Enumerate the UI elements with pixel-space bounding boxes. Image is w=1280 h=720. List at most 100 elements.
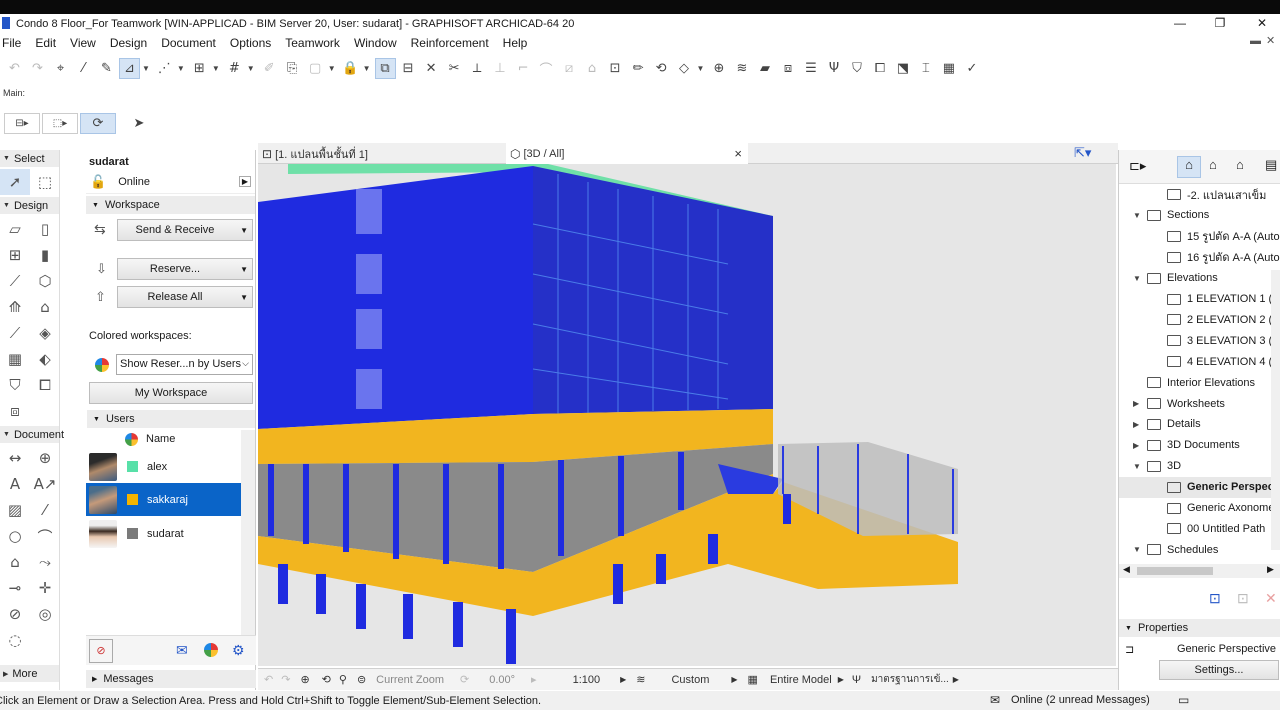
chevron-down-icon[interactable]: ▼ bbox=[177, 64, 185, 73]
send-receive-button[interactable]: Send & Receive ▼ bbox=[117, 219, 253, 241]
tab-floor-plan[interactable]: ⊡ [1. แปลนพื้นชั้นที่ 1] bbox=[262, 143, 508, 164]
explode-icon[interactable]: ⌂ bbox=[582, 58, 603, 79]
fit-zoom-icon[interactable]: ⊜ bbox=[357, 673, 366, 686]
pen-set[interactable]: มาตรฐานการเข้... bbox=[871, 672, 949, 687]
menu-options[interactable]: Options bbox=[230, 36, 271, 50]
release-all-button[interactable]: Release All ▼ bbox=[117, 286, 253, 308]
navigator-menu-icon[interactable]: ⊏▸ bbox=[1129, 158, 1146, 174]
toolbox-more-header[interactable]: ▶ More bbox=[0, 665, 59, 682]
slab-tool-icon[interactable]: ⬡ bbox=[30, 268, 60, 294]
navigator-item[interactable]: Interior Elevations bbox=[1119, 372, 1280, 393]
3d-viewport[interactable] bbox=[258, 164, 1116, 666]
pencil-icon[interactable]: ✐ bbox=[259, 58, 280, 79]
group-icon[interactable]: ▢ bbox=[305, 58, 326, 79]
transform-icon[interactable]: ⊡ bbox=[605, 58, 626, 79]
stair-icon[interactable]: ☰ bbox=[800, 58, 821, 79]
object-tool-icon[interactable]: ⛉ bbox=[0, 372, 30, 398]
suspend-groups-icon[interactable]: ⎘ bbox=[282, 58, 303, 79]
menu-window[interactable]: Window bbox=[354, 36, 397, 50]
chevron-down-icon[interactable]: ▼ bbox=[1133, 274, 1141, 283]
navigator-hscrollbar[interactable]: ◀ ▶ bbox=[1119, 564, 1280, 578]
user-row-alex[interactable]: alex bbox=[86, 450, 241, 483]
wall-tool-icon[interactable]: ▱ bbox=[0, 216, 30, 242]
figure-tool-icon[interactable]: ⊘ bbox=[0, 601, 30, 627]
rotate-icon[interactable]: ⟲ bbox=[651, 58, 672, 79]
publisher-icon[interactable]: ▤ bbox=[1265, 157, 1277, 173]
dimension-tool-icon[interactable]: ↔ bbox=[0, 445, 30, 471]
chevron-right-icon[interactable]: ▶ bbox=[1133, 420, 1139, 429]
users-scrollbar[interactable] bbox=[241, 430, 255, 635]
rotation-angle[interactable]: 0.00° bbox=[489, 674, 515, 686]
mirror-icon[interactable]: ◇ bbox=[674, 58, 695, 79]
lock-icon[interactable]: 🔒 bbox=[340, 58, 361, 79]
close-tab-icon[interactable]: × bbox=[734, 146, 742, 161]
toolbox-select-header[interactable]: ▼ Select bbox=[0, 150, 59, 167]
zone-icon[interactable]: ⧠ bbox=[869, 58, 890, 79]
menu-reinforcement[interactable]: Reinforcement bbox=[411, 36, 489, 50]
orbit-icon[interactable]: ⟳ bbox=[80, 112, 116, 134]
workspace-section-header[interactable]: ▼ Workspace bbox=[86, 196, 255, 214]
skylight-tool-icon[interactable]: ◈ bbox=[30, 320, 60, 346]
chevron-down-icon[interactable]: ▼ bbox=[1133, 545, 1141, 554]
restore-button[interactable]: ❐ bbox=[1202, 14, 1238, 33]
chevron-right-icon[interactable]: ▶ bbox=[1133, 441, 1139, 450]
find-select-icon[interactable]: ⌖ bbox=[50, 58, 71, 79]
change-tool-icon[interactable]: ◌ bbox=[0, 627, 30, 653]
view-mode-icon[interactable]: ⊟▸ bbox=[4, 112, 40, 134]
menu-close-icon[interactable]: ✕ bbox=[1266, 34, 1275, 47]
project-map-icon[interactable]: ⌂ bbox=[1177, 156, 1201, 178]
navigator-item[interactable]: 16 รูปตัด A-A (Auto-r bbox=[1119, 247, 1280, 268]
split-icon[interactable]: ⧄ bbox=[559, 58, 580, 79]
scroll-thumb[interactable] bbox=[1137, 567, 1213, 575]
delete-view-icon[interactable]: ✕ bbox=[1265, 590, 1277, 607]
inject-icon[interactable]: ✎ bbox=[96, 58, 117, 79]
chevron-down-icon[interactable]: ▼ bbox=[363, 64, 371, 73]
polyline-tool-icon[interactable]: ⌂ bbox=[0, 549, 30, 575]
chevron-down-icon[interactable]: ▼ bbox=[697, 64, 705, 73]
pick-up-icon[interactable]: ⁄ bbox=[73, 58, 94, 79]
orbit-view-icon[interactable]: ⟲ bbox=[322, 673, 331, 686]
slab-icon[interactable]: ▰ bbox=[754, 58, 775, 79]
arc-icon[interactable]: ⌒ bbox=[536, 58, 557, 79]
zone-tool-icon[interactable]: ⧠ bbox=[30, 372, 60, 398]
beam-tool-icon[interactable]: ⟋ bbox=[0, 268, 30, 294]
navigator-item[interactable]: Generic Perspective bbox=[1119, 476, 1280, 498]
chevron-down-icon[interactable]: ▼ bbox=[247, 64, 255, 73]
level-tool-icon[interactable]: ⊕ bbox=[30, 445, 60, 471]
offset-icon[interactable]: ⊥ bbox=[490, 58, 511, 79]
navigator-item[interactable]: 2 ELEVATION 2 (Au bbox=[1119, 309, 1280, 330]
snap-guides-icon[interactable]: ⋰ bbox=[154, 58, 175, 79]
circle-tool-icon[interactable]: ○ bbox=[0, 523, 30, 549]
schedule-icon[interactable]: ▦ bbox=[938, 58, 959, 79]
wall-icon[interactable]: ≋ bbox=[731, 58, 752, 79]
settings-button[interactable]: Settings... bbox=[1159, 660, 1279, 680]
chevron-right-icon[interactable]: ▶ bbox=[1267, 564, 1274, 575]
mesh-icon[interactable]: ⬔ bbox=[892, 58, 913, 79]
user-row-sudarat[interactable]: sudarat bbox=[86, 517, 241, 550]
panel-icon[interactable]: ▭ bbox=[1178, 693, 1189, 707]
navigator-item[interactable]: 3 ELEVATION 3 (Au bbox=[1119, 330, 1280, 351]
undo-view-icon[interactable]: ↶ bbox=[264, 673, 273, 686]
zoom-in-icon[interactable]: ⊕ bbox=[300, 673, 309, 686]
name-column-header[interactable]: Name bbox=[146, 433, 175, 445]
select-mode-icon[interactable]: ⬚▸ bbox=[42, 112, 78, 134]
colored-workspaces-select[interactable]: Show Reser...n by Users ⌵ bbox=[116, 354, 253, 375]
navigator-item[interactable]: ▼ 3D bbox=[1119, 456, 1280, 477]
messages-section-header[interactable]: ▶ Messages bbox=[86, 670, 256, 688]
chevron-down-icon[interactable]: ▼ bbox=[1133, 462, 1141, 471]
check-icon[interactable]: ✓ bbox=[961, 58, 982, 79]
online-messages[interactable]: Online (2 unread Messages) bbox=[1011, 694, 1150, 706]
door-tool-icon[interactable]: ▯ bbox=[30, 216, 60, 242]
navigator-item[interactable]: Generic Axonometr bbox=[1119, 498, 1280, 519]
hotspot-tool-icon[interactable]: ✛ bbox=[30, 575, 60, 601]
column-tool-icon[interactable]: ▮ bbox=[30, 242, 60, 268]
trace-icon[interactable]: ⧉ bbox=[374, 57, 396, 79]
adjust-icon[interactable]: ⟂ bbox=[467, 58, 488, 79]
minimize-button[interactable]: — bbox=[1162, 14, 1198, 33]
walk-icon[interactable]: ⚲ bbox=[339, 673, 347, 686]
object-icon[interactable]: ⛉ bbox=[846, 58, 867, 79]
arc-tool-icon[interactable]: ⌒ bbox=[30, 523, 60, 549]
undo-icon[interactable]: ↶ bbox=[4, 58, 25, 79]
chevron-down-icon[interactable]: ▼ bbox=[212, 64, 220, 73]
color-wheel-icon[interactable] bbox=[204, 643, 218, 657]
